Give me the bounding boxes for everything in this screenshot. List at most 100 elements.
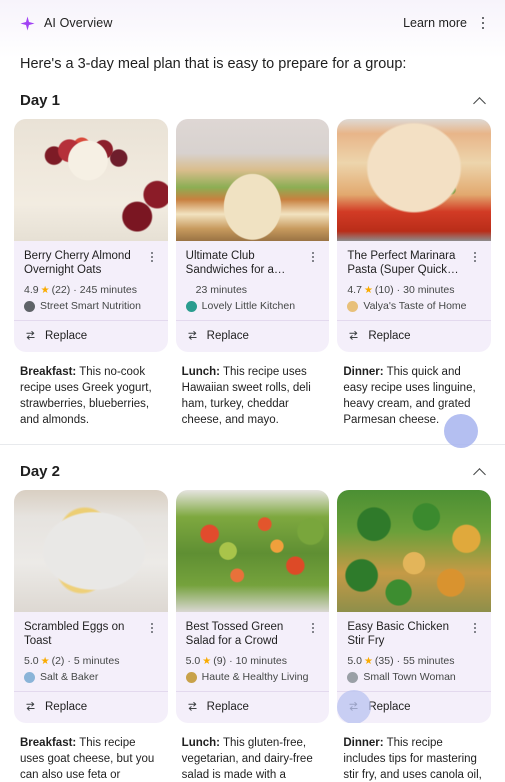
recipe-card-body: Berry Cherry Almond Overnight Oats 4.9 ★… [14,241,168,352]
kebab-menu-icon[interactable] [307,250,319,264]
recipe-time: 23 minutes [195,284,248,296]
recipe-meta: 4.7 ★ (10) · 30 minutes [347,284,481,296]
day-header[interactable]: Day 1 [0,74,505,119]
recipe-source: Salt & Baker [24,671,158,683]
recipe-source-name: Haute & Healthy Living [201,671,309,683]
recipe-source-name: Small Town Woman [363,671,456,683]
meal-label: Breakfast: [20,366,77,378]
recipe-source-name: Valya's Taste of Home [363,300,467,312]
recipe-card-body: Best Tossed Green Salad for a Crowd 5.0 … [175,612,330,723]
intro-text: Here's a 3-day meal plan that is easy to… [20,56,407,72]
valyas-taste-of-home-favicon [347,300,359,312]
ultimate-club-sandwiches-photo [175,119,330,241]
street-smart-nutrition-favicon [24,300,35,312]
meta-separator: · [396,655,401,667]
replace-label: Replace [368,700,411,713]
recipe-time: 55 minutes [403,655,455,667]
recipe-card-body: Easy Basic Chicken Stir Fry 5.0 ★ (35) ·… [337,612,492,723]
chevron-up-icon[interactable] [473,465,487,479]
day-header[interactable]: Day 2 [0,445,505,490]
kebab-menu-icon[interactable] [307,621,319,635]
meta-separator: · [396,284,401,296]
recipe-title-row: Ultimate Club Sandwiches for a Crowd [186,249,320,277]
replace-button[interactable]: Replace [176,321,330,344]
recipe-card-body: The Perfect Marinara Pasta (Super Quick … [337,241,492,352]
star-icon: ★ [40,284,50,296]
recipe-source: Small Town Woman [347,671,481,683]
ai-overview-label: AI Overview [44,16,113,30]
recipe-source-name: Lovely Little Kitchen [201,300,296,312]
recipe-card[interactable]: The Perfect Marinara Pasta (Super Quick … [337,119,492,352]
replace-label: Replace [206,700,249,713]
kebab-menu-icon[interactable] [475,14,491,32]
recipe-title-row: Scrambled Eggs on Toast [24,620,158,648]
ai-overview-header: AI Overview Learn more [0,0,505,46]
replace-button[interactable]: Replace [337,321,491,344]
recipe-meta: 4.9 ★ (22) · 245 minutes [24,284,158,296]
recipe-review-count: (22) [51,284,71,296]
swap-arrows-icon [186,700,199,713]
recipe-card[interactable]: Easy Basic Chicken Stir Fry 5.0 ★ (35) ·… [337,490,492,723]
replace-button[interactable]: Replace [176,692,330,715]
meal-label: Lunch: [181,737,220,749]
recipe-meta: 5.0 ★ (35) · 55 minutes [347,655,481,667]
sparkle-icon [20,15,35,31]
recipe-source-name: Street Smart Nutrition [40,300,141,312]
meal-description: Breakfast: This no-cook recipe uses Gree… [14,364,168,428]
recipe-card-row: Berry Cherry Almond Overnight Oats 4.9 ★… [0,119,505,352]
recipe-review-count: (10) [374,284,394,296]
replace-button[interactable]: Replace [14,321,168,344]
recipe-source: Street Smart Nutrition [24,300,158,312]
recipe-card[interactable]: Best Tossed Green Salad for a Crowd 5.0 … [175,490,330,723]
swap-arrows-icon [24,329,37,342]
lovely-little-kitchen-favicon [185,300,197,312]
recipe-title: Best Tossed Green Salad for a Crowd [185,621,284,647]
small-town-woman-favicon [347,671,359,683]
replace-label: Replace [45,329,88,342]
day-title: Day 2 [20,463,61,480]
recipe-review-count: (9) [213,655,227,667]
recipe-rating: 5.0 [185,655,201,667]
recipe-source: Haute & Healthy Living [185,671,320,683]
recipe-review-count: (2) [51,655,65,667]
star-icon: ★ [202,655,212,667]
recipe-title: Ultimate Club Sandwiches for a Crowd [185,250,274,276]
replace-label: Replace [368,329,411,342]
recipe-card[interactable]: Scrambled Eggs on Toast 5.0 ★ (2) · 5 mi… [14,490,168,723]
recipe-title-row: Berry Cherry Almond Overnight Oats [24,249,158,277]
marinara-pasta-bake-photo [337,119,492,241]
recipe-rating: 5.0 [24,655,39,667]
recipe-source: Lovely Little Kitchen [185,300,320,312]
scrambled-eggs-on-toast-photo [14,490,168,612]
meal-description-row: Breakfast: This recipe uses goat cheese,… [0,723,505,782]
kebab-menu-icon[interactable] [146,250,158,264]
star-icon: ★ [363,284,373,296]
recipe-rating: 4.9 [24,284,39,296]
recipe-title-row: Best Tossed Green Salad for a Crowd [186,620,320,648]
day-sections: Day 1 Berry Cherry Almond Overnight Oats… [0,74,505,782]
recipe-card[interactable]: Ultimate Club Sandwiches for a Crowd 23 … [175,119,330,352]
meal-description: Breakfast: This recipe uses goat cheese,… [14,735,168,782]
learn-more-link[interactable]: Learn more [403,16,467,30]
replace-button[interactable]: Replace [14,692,168,715]
recipe-card-body: Ultimate Club Sandwiches for a Crowd 23 … [175,241,330,352]
recipe-rating: 4.7 [347,284,362,296]
salt-and-baker-favicon [24,671,35,683]
cursor-ripple-blob [444,414,478,448]
kebab-menu-icon[interactable] [469,250,481,264]
chevron-up-icon[interactable] [473,94,487,108]
recipe-card[interactable]: Berry Cherry Almond Overnight Oats 4.9 ★… [14,119,168,352]
day-section-1: Day 1 Berry Cherry Almond Overnight Oats… [0,74,505,445]
swap-arrows-icon [186,329,199,342]
recipe-source-name: Salt & Baker [40,671,99,683]
recipe-time: 30 minutes [403,284,455,296]
kebab-menu-icon[interactable] [469,621,481,635]
meal-description: Lunch: This recipe uses Hawaiian sweet r… [176,364,330,428]
easy-basic-chicken-stir-fry-photo [337,490,492,612]
meal-label: Dinner: [343,737,384,749]
haute-healthy-living-favicon [185,671,197,683]
replace-button[interactable]: Replace [337,690,491,723]
berry-cherry-almond-overnight-oats-photo [14,119,168,241]
best-tossed-green-salad-photo [175,490,330,612]
kebab-menu-icon[interactable] [146,621,158,635]
